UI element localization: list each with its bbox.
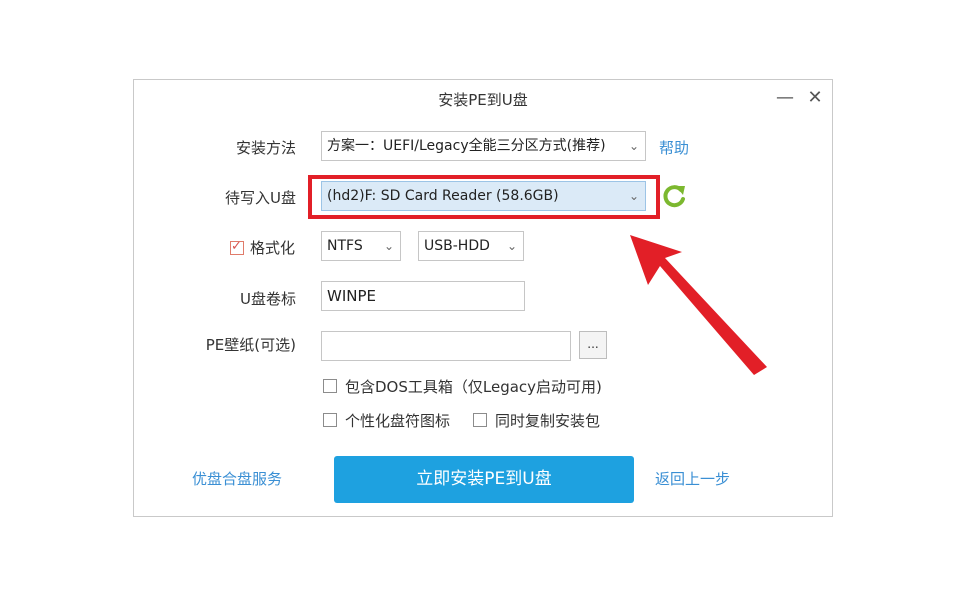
annotation-arrow — [630, 235, 767, 375]
